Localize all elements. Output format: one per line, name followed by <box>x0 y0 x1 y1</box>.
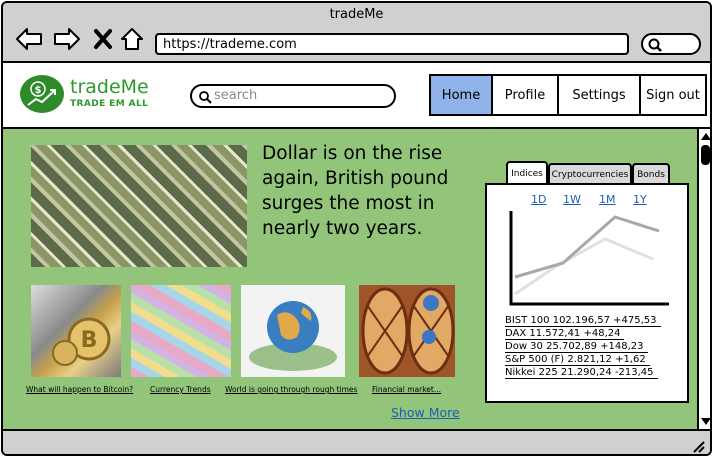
chart-line-dark <box>514 215 660 279</box>
globe-icon <box>249 301 337 371</box>
article-caption[interactable]: World is going through rough times <box>225 385 357 394</box>
svg-text:$: $ <box>35 85 42 96</box>
currency-notes-thumbnail[interactable] <box>131 285 231 377</box>
show-more-link[interactable]: Show More <box>391 405 460 420</box>
index-row: Dow 30 25.702,89 +148,23 <box>505 341 648 353</box>
tab-cryptocurrencies[interactable]: Cryptocurrencies <box>548 163 632 185</box>
close-x-icon[interactable] <box>89 25 117 53</box>
nav-home[interactable]: Home <box>429 74 493 116</box>
search-placeholder: search <box>214 88 258 103</box>
forward-arrow-icon[interactable] <box>53 25 81 53</box>
market-trend-chart <box>509 211 669 306</box>
nav-profile[interactable]: Profile <box>491 74 559 116</box>
back-arrow-icon[interactable] <box>15 25 43 53</box>
bitcoin-pattern-icon <box>361 287 455 375</box>
search-icon <box>199 91 212 104</box>
index-row: BIST 100 102.196,57 +475,53 <box>505 315 661 327</box>
period-1y[interactable]: 1Y <box>633 193 647 206</box>
market-panel: 1D 1W 1M 1Y BIST 100 102.196,57 +475,53 … <box>485 183 689 403</box>
dollar-chart-icon: $ <box>27 81 56 106</box>
resize-grip-icon[interactable] <box>690 439 706 453</box>
url-bar[interactable]: https://trademe.com <box>155 33 629 55</box>
period-1m[interactable]: 1M <box>599 193 616 206</box>
chart-line-light <box>514 237 654 296</box>
nav-sign-out[interactable]: Sign out <box>639 74 707 116</box>
tab-bonds[interactable]: Bonds <box>632 163 670 185</box>
index-row: DAX 11.572,41 +48,24 <box>505 328 625 340</box>
financial-market-thumbnail[interactable] <box>359 285 455 377</box>
period-1d[interactable]: 1D <box>531 193 546 206</box>
scroll-thumb[interactable] <box>701 145 710 165</box>
tab-indices[interactable]: Indices <box>506 161 548 185</box>
status-bar <box>3 429 710 454</box>
content-area: Dollar is on the rise again, British pou… <box>3 129 697 429</box>
article-caption[interactable]: Financial market... <box>372 385 441 394</box>
site-header: $ tradeMe TRADE EM ALL search Home Profi… <box>3 63 710 129</box>
nav-settings[interactable]: Settings <box>557 74 641 116</box>
browser-chrome: tradeMe https://trademe.com <box>3 3 710 63</box>
index-row: Nikkei 225 21.290,24 -213,45 <box>505 367 658 379</box>
scroll-down-arrow-icon[interactable] <box>701 418 710 425</box>
main-nav: Home Profile Settings Sign out <box>429 74 707 116</box>
window-title: tradeMe <box>329 7 384 22</box>
browser-window: tradeMe https://trademe.com $ tradeMe TR… <box>1 1 712 456</box>
browser-search-field[interactable] <box>641 33 701 55</box>
search-icon <box>648 38 662 52</box>
bitcoin-thumbnail[interactable]: B <box>31 285 121 377</box>
scroll-up-arrow-icon[interactable] <box>701 133 710 140</box>
article-caption[interactable]: What will happen to Bitcoin? <box>26 385 133 394</box>
index-row: S&P 500 (F) 2.821,12 +1,62 <box>505 354 650 366</box>
site-search-input[interactable]: search <box>190 84 396 108</box>
bitcoin-coin-icon: B <box>52 317 111 366</box>
globe-money-thumbnail[interactable] <box>241 285 345 377</box>
chart-axes <box>509 211 669 306</box>
vertical-scrollbar[interactable] <box>697 129 710 429</box>
brand-name: tradeMe <box>70 76 149 98</box>
svg-text:B: B <box>81 328 98 353</box>
article-caption[interactable]: Currency Trends <box>150 385 211 394</box>
money-stacks-image[interactable] <box>31 145 247 267</box>
hero-headline[interactable]: Dollar is on the rise again, British pou… <box>262 141 452 241</box>
logo[interactable]: $ <box>20 75 64 113</box>
brand-tagline: TRADE EM ALL <box>70 99 149 109</box>
home-icon[interactable] <box>118 25 146 53</box>
period-1w[interactable]: 1W <box>563 193 581 206</box>
